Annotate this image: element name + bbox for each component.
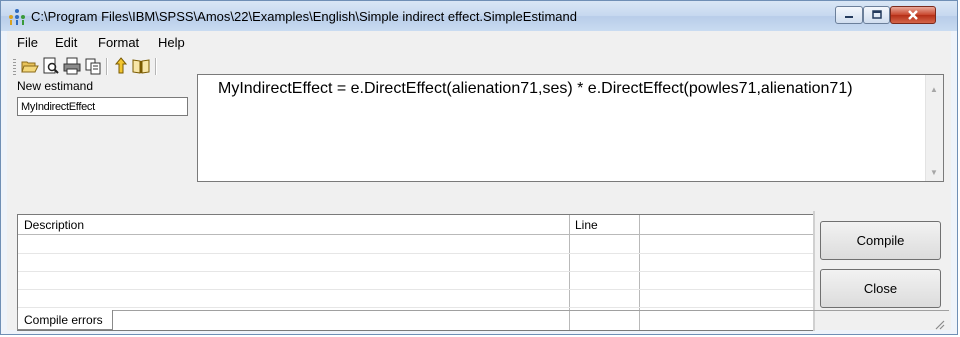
- maximize-icon: [864, 7, 889, 23]
- compile-errors-table[interactable]: Description Line: [17, 214, 815, 331]
- column-description[interactable]: Description: [24, 218, 84, 232]
- new-estimand-label: New estimand: [17, 79, 94, 93]
- column-divider: [639, 215, 640, 330]
- scroll-down-arrow-icon[interactable]: ▼: [930, 168, 938, 177]
- client-area: File Edit Format Help New estimand MyInd…: [7, 31, 951, 331]
- estimand-name-input[interactable]: [17, 97, 188, 116]
- table-row: [18, 271, 814, 272]
- estimand-editor[interactable]: MyIndirectEffect = e.DirectEffect(aliena…: [197, 74, 944, 182]
- print-icon[interactable]: [63, 57, 81, 75]
- scroll-up-arrow-icon[interactable]: ▲: [930, 85, 938, 94]
- column-divider: [569, 215, 570, 330]
- resize-grip-icon[interactable]: [933, 318, 945, 330]
- estimand-window: C:\Program Files\IBM\SPSS\Amos\22\Exampl…: [0, 0, 958, 335]
- minimize-button[interactable]: [835, 6, 863, 24]
- menu-help[interactable]: Help: [158, 35, 185, 50]
- column-line[interactable]: Line: [575, 218, 598, 232]
- menu-bar: File Edit Format Help: [7, 31, 951, 53]
- toolbar-separator: [106, 58, 108, 75]
- menu-file[interactable]: File: [17, 35, 38, 50]
- panel-divider: [813, 211, 815, 331]
- title-bar[interactable]: C:\Program Files\IBM\SPSS\Amos\22\Exampl…: [1, 1, 957, 31]
- close-icon: [891, 7, 935, 23]
- tab-strip: [17, 310, 949, 311]
- menu-edit[interactable]: Edit: [55, 35, 77, 50]
- amos-app-icon: [9, 9, 25, 25]
- print-preview-icon[interactable]: [42, 57, 60, 75]
- maximize-button[interactable]: [863, 6, 890, 24]
- toolbar-grip[interactable]: [13, 59, 16, 75]
- editor-scrollbar[interactable]: ▲ ▼: [925, 75, 943, 181]
- open-icon[interactable]: [21, 57, 39, 75]
- table-row: [18, 307, 814, 308]
- table-header: Description Line: [18, 215, 814, 235]
- table-row: [18, 253, 814, 254]
- close-window-button[interactable]: [890, 6, 936, 24]
- book-icon[interactable]: [132, 57, 150, 75]
- window-title: C:\Program Files\IBM\SPSS\Amos\22\Exampl…: [31, 9, 577, 24]
- compile-button[interactable]: Compile: [820, 221, 941, 260]
- estimand-code: MyIndirectEffect = e.DirectEffect(aliena…: [218, 80, 853, 97]
- menu-format[interactable]: Format: [98, 35, 139, 50]
- pointer-icon[interactable]: [112, 57, 130, 75]
- table-row: [18, 289, 814, 290]
- close-button[interactable]: Close: [820, 269, 941, 308]
- tab-compile-errors[interactable]: Compile errors: [17, 310, 113, 330]
- minimize-icon: [836, 7, 862, 23]
- toolbar-separator: [155, 58, 157, 75]
- copy-icon[interactable]: [84, 57, 102, 75]
